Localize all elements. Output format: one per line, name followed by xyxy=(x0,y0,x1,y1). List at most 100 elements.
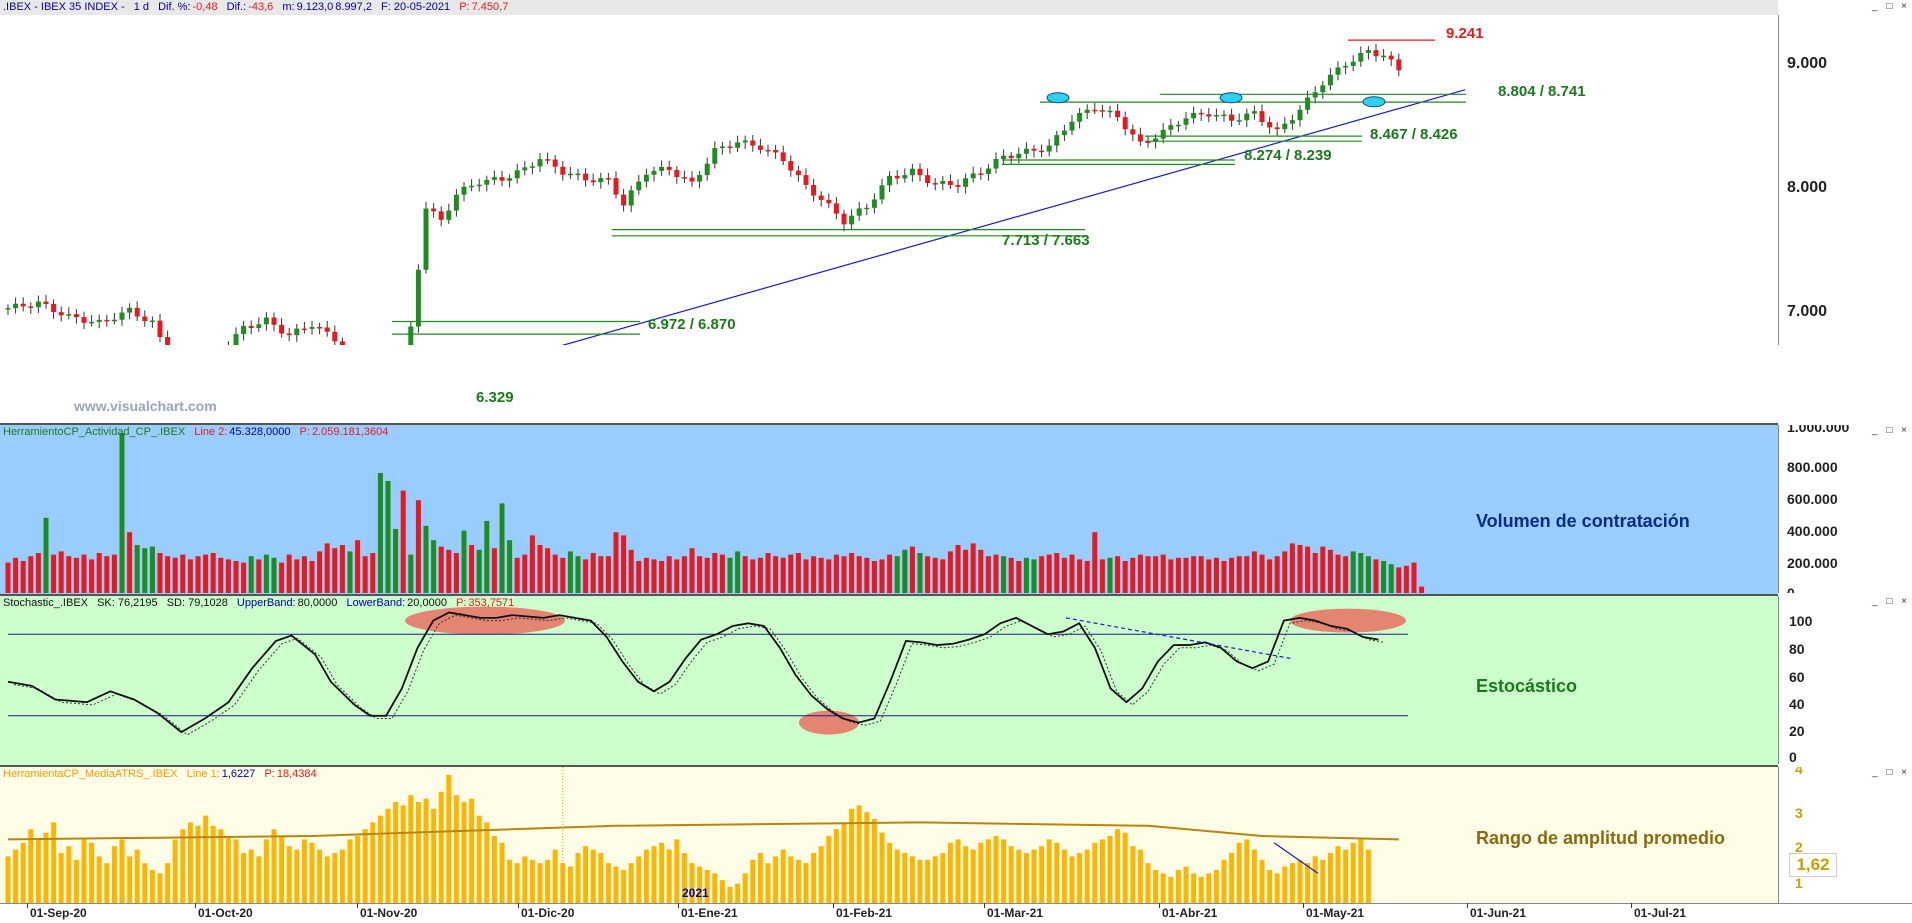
volume-bar xyxy=(932,557,938,593)
candle-body xyxy=(1335,67,1341,75)
candle-body xyxy=(408,326,414,345)
atr-bar xyxy=(499,842,505,904)
volume-bar xyxy=(13,557,19,593)
candle-body xyxy=(51,304,57,313)
candle-body xyxy=(1358,52,1364,62)
volume-bar xyxy=(499,503,505,593)
atr-bar xyxy=(1221,859,1227,904)
volume-bar xyxy=(256,559,262,593)
atr-bar xyxy=(978,842,984,904)
candle-body xyxy=(719,146,725,148)
volume-bar xyxy=(1001,556,1007,593)
candle-body xyxy=(765,149,771,152)
atr-bar xyxy=(317,849,323,904)
volume-bar xyxy=(750,559,756,593)
candle-body xyxy=(119,312,125,320)
volume-bar xyxy=(89,559,95,593)
candle-body xyxy=(1115,110,1121,118)
candle-body xyxy=(1016,153,1022,159)
atr-bar xyxy=(1145,863,1151,904)
x-tick-label: 01-May-21 xyxy=(1306,906,1365,920)
atr-value-box: 1,62 xyxy=(1789,853,1837,877)
volume-bar xyxy=(111,554,117,593)
atr-bar xyxy=(446,774,452,904)
atr-bar xyxy=(552,849,558,904)
volume-p-value: 2.059.181,3604 xyxy=(311,426,389,438)
atr-bar xyxy=(484,822,490,904)
volume-bar xyxy=(96,553,102,593)
volume-bar xyxy=(529,535,535,593)
candle-body xyxy=(1054,135,1060,146)
candle-body xyxy=(1396,59,1402,71)
volume-bar xyxy=(66,556,72,593)
stoch-name: Stochastic_.IBEX xyxy=(3,597,88,609)
volume-bar xyxy=(940,559,946,593)
volume-bar xyxy=(1054,553,1060,593)
x-tick-mark xyxy=(1303,903,1304,908)
volume-bar xyxy=(301,556,307,593)
volume-bar xyxy=(1312,553,1318,593)
price-panel[interactable]: .IBEX - IBEX 35 INDEX - 1 d Dif. %: -0,48… xyxy=(0,0,1778,345)
candle-body xyxy=(81,317,87,323)
candle-body xyxy=(142,316,148,322)
candle-body xyxy=(317,326,323,329)
candle-body xyxy=(1092,109,1098,112)
volume-panel[interactable]: HerramientoCP_Actividad_CP_.IBEX Line 2:… xyxy=(0,423,1778,595)
volume-bar xyxy=(681,556,687,593)
candle-body xyxy=(712,147,718,164)
volume-bar xyxy=(1388,564,1394,593)
volume-bar xyxy=(1168,559,1174,593)
candle-body xyxy=(780,152,786,162)
volume-bar xyxy=(286,554,292,593)
atr-bar xyxy=(909,856,915,904)
candle-body xyxy=(1343,65,1349,68)
symbol: .IBEX - IBEX 35 INDEX - xyxy=(3,1,125,13)
window-buttons-stoch[interactable]: _ □ × xyxy=(1872,596,1910,607)
candle-body xyxy=(598,178,604,183)
atr-bar xyxy=(1343,849,1349,904)
volume-bar xyxy=(1343,556,1349,593)
candle-body xyxy=(970,173,976,179)
candle-body xyxy=(621,194,627,206)
atr-panel[interactable]: HerramientaCP_MediaATRS_.IBEX Line 1: 1,6… xyxy=(0,765,1778,905)
x-tick-label: 01-Nov-20 xyxy=(360,906,418,920)
candle-body xyxy=(35,301,41,308)
volume-bar xyxy=(317,551,323,593)
volume-bar xyxy=(1115,556,1121,593)
stick-60: 60 xyxy=(1789,669,1805,685)
candle-body xyxy=(704,163,710,176)
atr-bar xyxy=(233,839,239,904)
atr-bar xyxy=(1039,846,1045,904)
candle-body xyxy=(1008,155,1014,159)
atr-bar xyxy=(279,836,285,904)
candle-body xyxy=(514,170,520,179)
stoch-panel[interactable]: Stochastic_.IBEX SK: 76,2195 SD: 79,1028… xyxy=(0,594,1778,766)
volume-bar xyxy=(651,559,657,593)
atr-bar xyxy=(256,856,262,904)
window-buttons-volume[interactable]: _ □ × xyxy=(1872,425,1910,436)
atr-axis: 4 3 2 1 1,62 xyxy=(1778,767,1912,903)
volume-bar xyxy=(1274,556,1280,593)
atr-bar xyxy=(431,808,437,904)
volume-bar xyxy=(856,556,862,593)
volume-bar xyxy=(1191,556,1197,593)
atr-bar xyxy=(803,863,809,904)
candle-body xyxy=(476,184,482,187)
atr-bar xyxy=(111,846,117,904)
volume-bar xyxy=(20,561,26,593)
stoch-lb: 20,0000 xyxy=(407,597,447,609)
candle-body xyxy=(446,210,452,220)
atr-bar xyxy=(1305,863,1311,904)
atr-bar xyxy=(1191,873,1197,904)
volume-bar xyxy=(187,559,193,593)
candle-body xyxy=(1229,114,1235,121)
atr-bar xyxy=(795,859,801,904)
window-buttons-price[interactable]: _ □ × xyxy=(1872,1,1910,12)
atr-bar xyxy=(172,839,178,904)
volume-bar xyxy=(400,490,406,593)
candle-body xyxy=(613,178,619,195)
window-buttons-atr[interactable]: _ □ × xyxy=(1872,767,1910,778)
candle-body xyxy=(1274,127,1280,130)
volume-bar xyxy=(210,553,216,593)
year-label: 2021 xyxy=(682,886,709,900)
